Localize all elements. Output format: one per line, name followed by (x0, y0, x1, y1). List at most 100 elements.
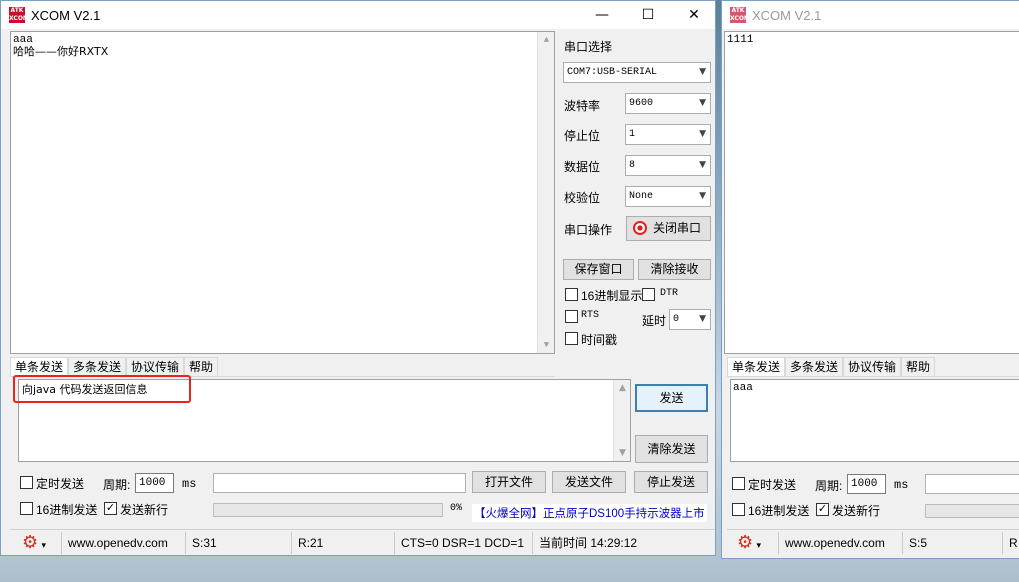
tab-protocol[interactable]: 协议传输 (126, 357, 185, 376)
port-select[interactable]: COM7:USB-SERIAL ▼ (563, 62, 711, 83)
settings-menu[interactable]: ⚙ ▾ (10, 531, 62, 554)
port-status-icon (633, 221, 647, 235)
receive-scrollbar[interactable]: ▲ ▼ (537, 32, 554, 353)
main-window: ATK XCOM XCOM V2.1 — ☐ ✕ aaa 哈哈——你好RXTX ▲… (0, 0, 716, 556)
tab-single-send[interactable]: 单条发送 (10, 357, 69, 376)
gear-icon: ⚙ (22, 531, 39, 553)
period-input[interactable]: 1000 (135, 473, 174, 493)
signal-status: CTS=0 DSR=1 DCD=1 (395, 531, 533, 554)
send-scrollbar[interactable]: ▲ ▼ (613, 380, 630, 461)
tab-protocol[interactable]: 协议传输 (843, 357, 902, 376)
tab-multi-send[interactable]: 多条发送 (785, 357, 844, 376)
parity-select[interactable]: None ▼ (625, 186, 711, 207)
send-area[interactable]: aaa (730, 379, 1019, 462)
period-input[interactable]: 1000 (847, 474, 886, 494)
current-time: 当前时间 14:29:12 (539, 535, 638, 550)
open-file-button[interactable]: 打开文件 (472, 471, 546, 493)
clear-receive-button[interactable]: 清除接收 (638, 259, 711, 280)
send-progress-bar (925, 504, 1019, 518)
website-link[interactable]: www.openedv.com (779, 531, 903, 554)
xcom-logo: ATK XCOM (730, 7, 750, 23)
window-title: XCOM V2.1 (752, 7, 822, 23)
receive-area[interactable]: aaa 哈哈——你好RXTX ▲ ▼ (10, 31, 555, 354)
delay-select[interactable]: 0 ▼ (669, 309, 711, 330)
databit-select[interactable]: 8 ▼ (625, 155, 711, 176)
title-bar[interactable]: ATK XCOM XCOM V2.1 — ☐ ✕ (1, 1, 715, 29)
chevron-down-icon: ▼ (699, 160, 706, 170)
close-port-button[interactable]: 关闭串口 (626, 216, 711, 241)
sent-count: S:5 (903, 531, 1003, 554)
website-link[interactable]: www.openedv.com (62, 531, 186, 554)
send-button[interactable]: 发送 (635, 384, 708, 412)
ad-link[interactable]: 【火爆全网】正点原子DS100手持示波器上市 (472, 504, 707, 522)
sent-count: S:31 (186, 531, 292, 554)
received-count: R:21 (292, 531, 395, 554)
hex-send-checkbox[interactable] (20, 502, 33, 515)
scroll-up-icon[interactable]: ▲ (538, 34, 554, 46)
file-path-input[interactable] (213, 473, 466, 493)
scroll-up-icon[interactable]: ▲ (614, 382, 630, 394)
send-newline-checkbox[interactable]: ✓ (104, 502, 117, 515)
close-button[interactable]: ✕ (671, 1, 715, 29)
clear-send-button[interactable]: 清除发送 (635, 435, 708, 463)
send-newline-label: 发送新行 (832, 504, 881, 518)
chevron-down-icon: ▼ (699, 129, 706, 139)
send-tabs: 单条发送 多条发送 协议传输 帮助 (10, 357, 555, 377)
gear-icon: ⚙ (737, 531, 754, 553)
chevron-down-icon: ▼ (699, 314, 706, 324)
window-title: XCOM V2.1 (31, 7, 101, 23)
send-file-button[interactable]: 发送文件 (552, 471, 626, 493)
status-bar: ⚙ ▾ www.openedv.com S:5 R (727, 529, 1019, 555)
timed-send-checkbox[interactable] (732, 477, 745, 490)
tab-help[interactable]: 帮助 (901, 357, 936, 376)
hex-display-checkbox[interactable] (565, 288, 578, 301)
ms-label: ms (182, 477, 197, 491)
rts-checkbox[interactable] (565, 310, 578, 323)
scroll-down-icon[interactable]: ▼ (614, 447, 630, 459)
minimize-button[interactable]: — (579, 1, 625, 29)
period-label: 周期: (103, 478, 131, 492)
hex-send-checkbox[interactable] (732, 503, 745, 516)
send-tabs: 单条发送 多条发送 协议传输 帮助 (727, 357, 1019, 377)
progress-percent: 0% (450, 503, 463, 514)
baud-select[interactable]: 9600 ▼ (625, 93, 711, 114)
timed-send-label: 定时发送 (748, 478, 797, 492)
highlight-box (13, 375, 191, 403)
receive-area[interactable]: 1111 (724, 31, 1019, 354)
ms-label: ms (894, 478, 909, 492)
receive-line: 1111 (727, 34, 754, 46)
maximize-button[interactable]: ☐ (625, 1, 671, 29)
send-progress-bar (213, 503, 443, 517)
file-path-input[interactable] (925, 474, 1019, 494)
chevron-down-icon: ▼ (699, 98, 706, 108)
databit-label: 数据位 (564, 160, 601, 174)
dropdown-arrow-icon: ▾ (756, 539, 762, 550)
save-window-button[interactable]: 保存窗口 (563, 259, 634, 280)
xcom-logo: ATK XCOM (9, 7, 29, 23)
baud-label: 波特率 (564, 99, 601, 113)
hex-display-label: 16进制显示 (581, 289, 643, 303)
tab-help[interactable]: 帮助 (184, 357, 219, 376)
parity-label: 校验位 (564, 191, 601, 205)
tab-multi-send[interactable]: 多条发送 (68, 357, 127, 376)
stopbit-label: 停止位 (564, 129, 601, 143)
second-window: ATK XCOM XCOM V2.1 1111 单条发送 多条发送 协议传输 帮助… (721, 0, 1019, 559)
period-label: 周期: (815, 479, 843, 493)
timestamp-checkbox[interactable] (565, 332, 578, 345)
stop-send-button[interactable]: 停止发送 (634, 471, 708, 493)
dtr-checkbox[interactable] (642, 288, 655, 301)
timed-send-checkbox[interactable] (20, 476, 33, 489)
tab-single-send[interactable]: 单条发送 (727, 357, 786, 376)
scroll-down-icon[interactable]: ▼ (538, 339, 554, 351)
timestamp-label: 时间戳 (581, 333, 618, 347)
settings-menu[interactable]: ⚙ ▾ (727, 531, 779, 554)
delay-label: 延时 (642, 314, 667, 328)
dtr-label: DTR (660, 288, 679, 299)
chevron-down-icon: ▼ (699, 191, 706, 201)
title-bar[interactable]: ATK XCOM XCOM V2.1 (722, 1, 1019, 29)
send-newline-checkbox[interactable]: ✓ (816, 503, 829, 516)
receive-line: 哈哈——你好RXTX (13, 45, 109, 58)
send-newline-label: 发送新行 (120, 503, 169, 517)
stopbit-select[interactable]: 1 ▼ (625, 124, 711, 145)
rts-label: RTS (581, 310, 600, 321)
